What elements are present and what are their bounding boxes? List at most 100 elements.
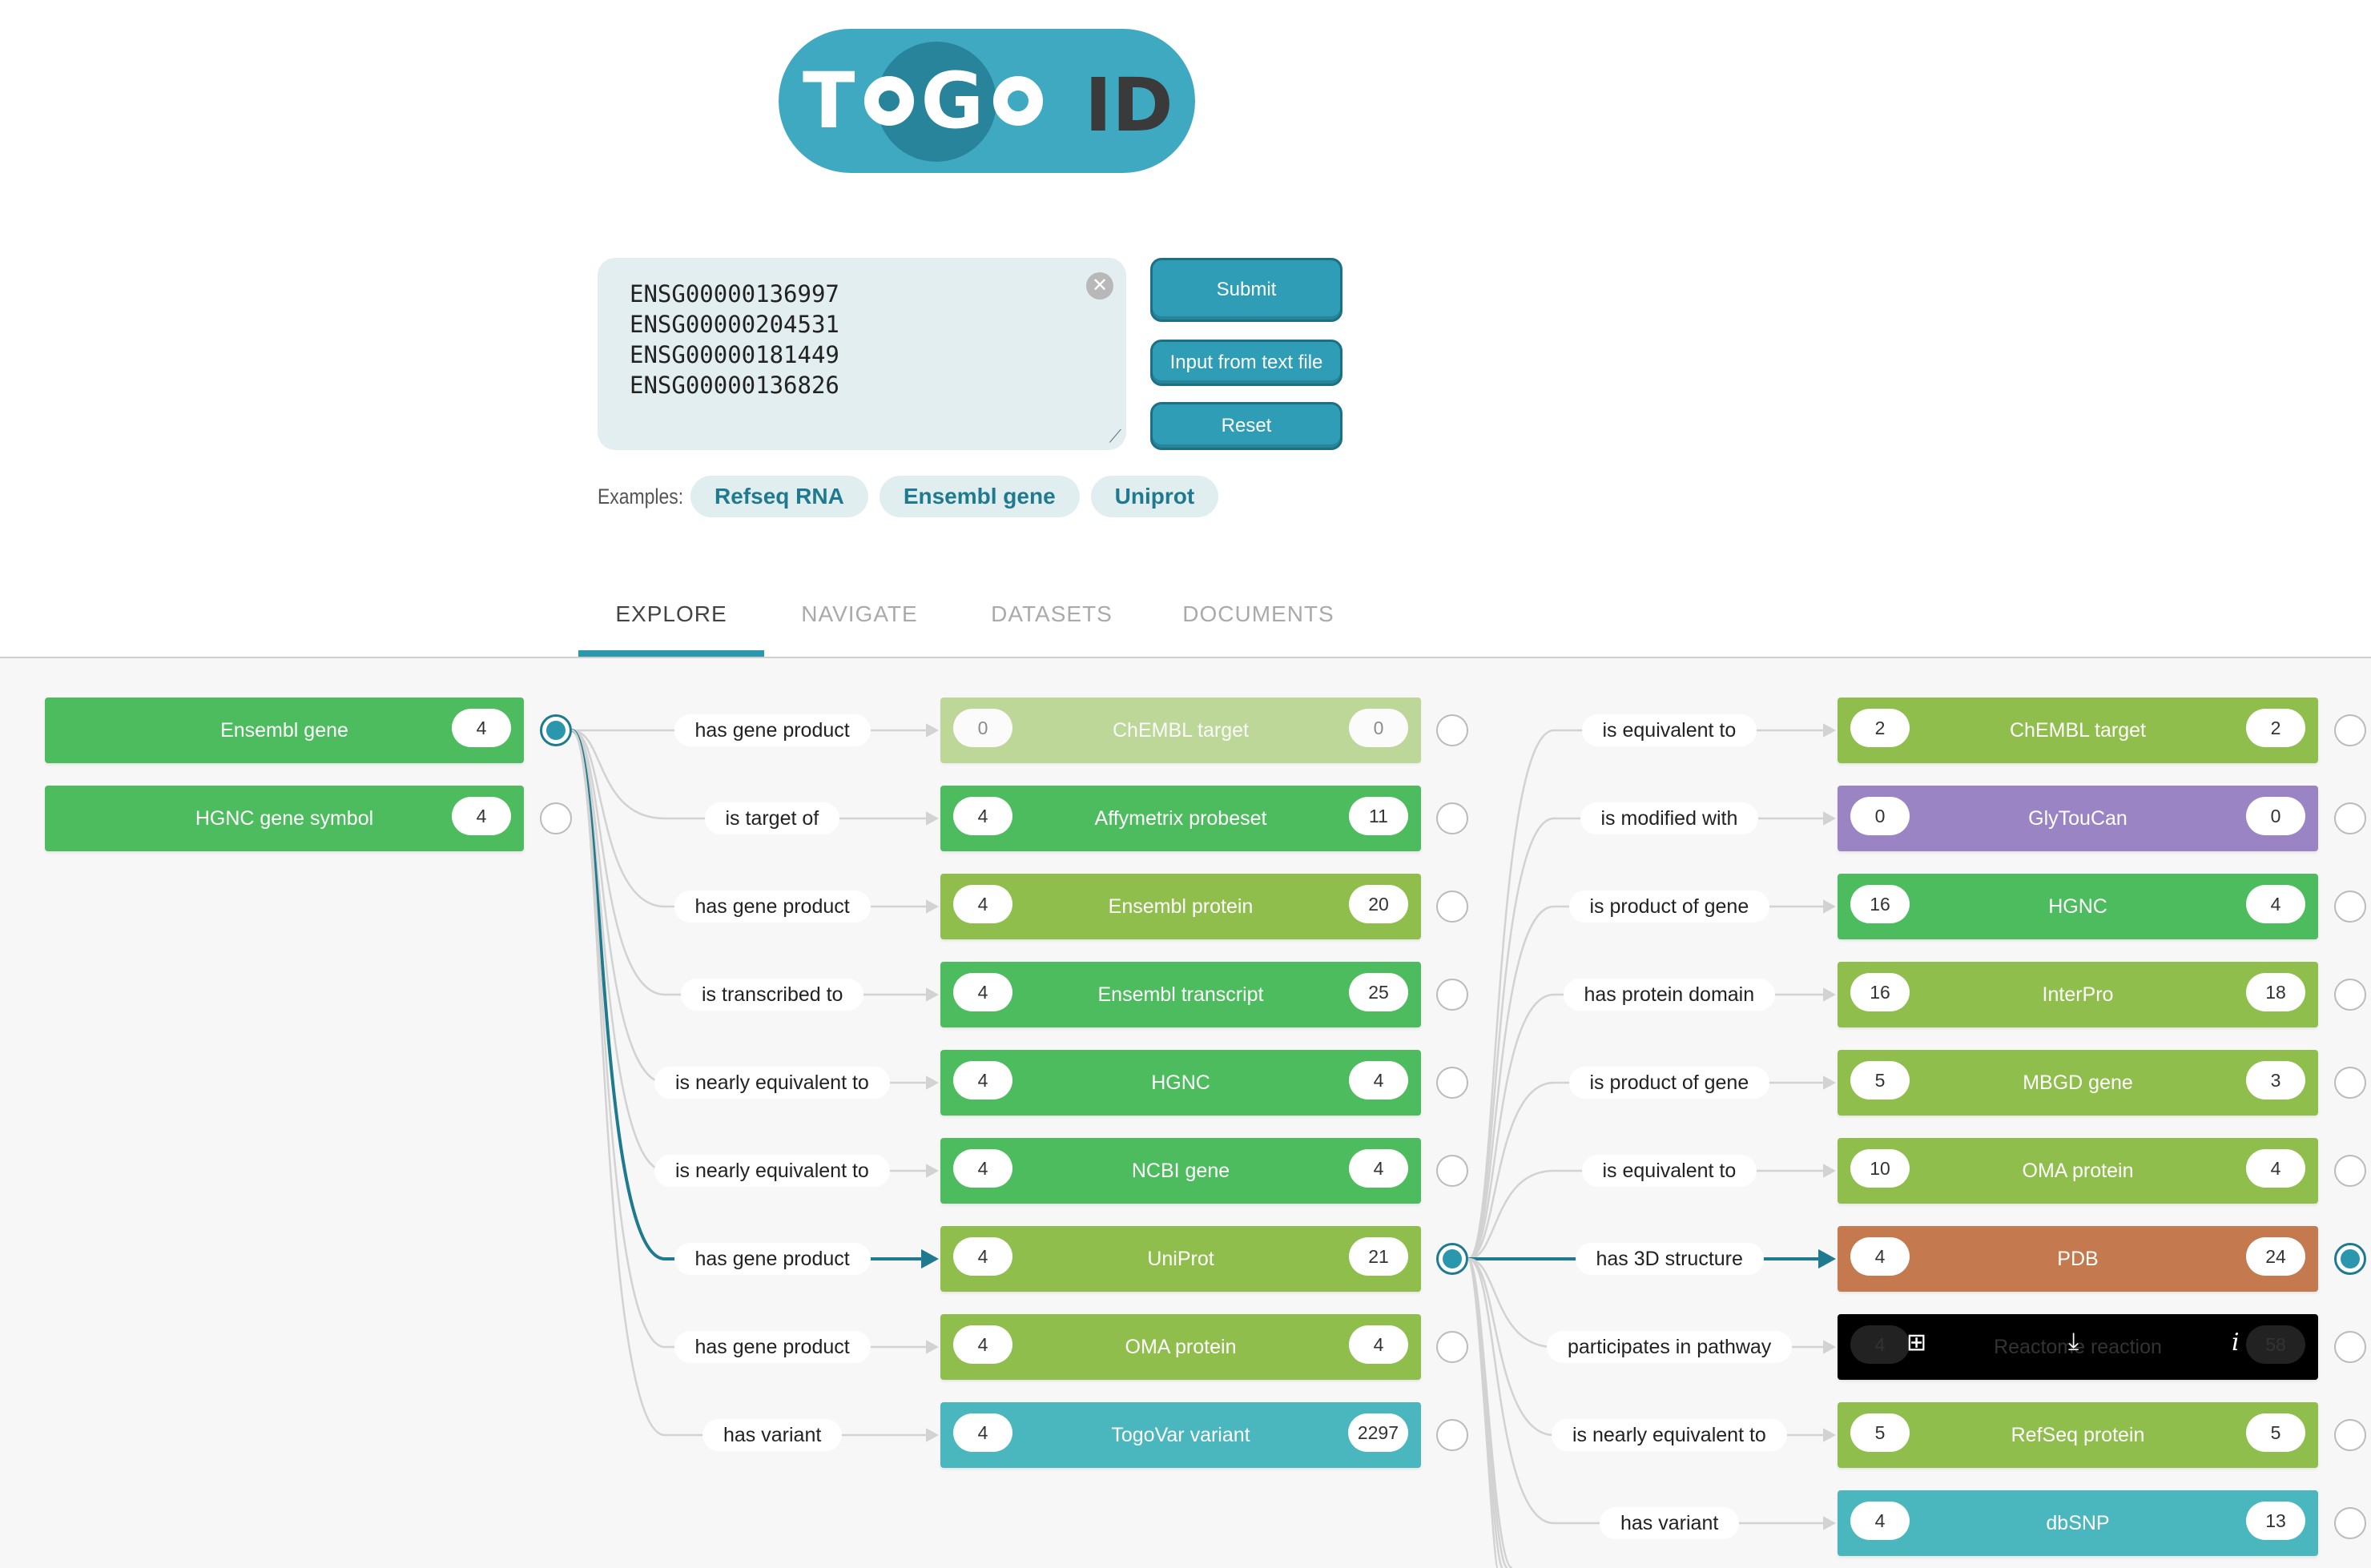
logo-id-text: ID — [1085, 62, 1173, 148]
target-count-badge: 20 — [1349, 885, 1408, 923]
dataset-node[interactable]: ChEMBL target 2 2 — [1838, 698, 2318, 763]
connector-curve — [1467, 905, 1555, 1260]
dataset-node[interactable]: Ensembl transcript 4 25 — [940, 962, 1421, 1027]
arrow-head-icon — [926, 1428, 939, 1442]
source-count-badge: 4 — [953, 1413, 1012, 1452]
info-icon[interactable]: i — [2232, 1329, 2240, 1357]
dataset-node[interactable]: Affymetrix probeset 4 11 — [940, 786, 1421, 851]
target-count-badge: 21 — [1349, 1237, 1408, 1276]
dataset-node[interactable]: OMA protein 4 4 — [940, 1314, 1421, 1380]
dataset-node[interactable]: TogoVar variant 4 2297 — [940, 1402, 1421, 1468]
dataset-node[interactable]: RefSeq protein 5 5 — [1838, 1402, 2318, 1468]
dataset-node[interactable]: Ensembl gene 4 — [45, 698, 524, 763]
example-ensembl-gene[interactable]: Ensembl gene — [879, 476, 1080, 517]
dataset-node[interactable]: NCBI gene 4 4 — [940, 1138, 1421, 1204]
dataset-node[interactable]: InterPro 16 18 — [1838, 962, 2318, 1027]
dataset-node[interactable]: dbSNP 4 13 — [1838, 1490, 2318, 1556]
source-count-badge: 4 — [1850, 1325, 1910, 1364]
select-radio[interactable] — [2334, 891, 2366, 923]
select-radio[interactable] — [1436, 1155, 1468, 1187]
select-radio[interactable] — [2334, 1331, 2366, 1363]
target-count-badge: 4 — [1349, 1325, 1408, 1364]
tab-datasets[interactable]: DATASETS — [966, 578, 1137, 657]
target-count-badge: 13 — [2246, 1502, 2305, 1540]
relation-label: is nearly equivalent to — [1552, 1419, 1787, 1451]
dataset-node[interactable]: Reactome reaction 4 58 ⊞ ⤓ i — [1838, 1314, 2318, 1380]
relation-label: has 3D structure — [1575, 1243, 1764, 1275]
arrow-head-icon — [926, 1164, 939, 1178]
select-radio[interactable] — [1436, 979, 1468, 1011]
select-radio[interactable] — [1436, 1243, 1468, 1275]
relation-label: has protein domain — [1563, 979, 1776, 1011]
dataset-node[interactable]: Ensembl protein 4 20 — [940, 874, 1421, 939]
resize-handle-icon[interactable]: ⟋ — [1109, 426, 1121, 447]
select-radio[interactable] — [2334, 1067, 2366, 1099]
relation-label: has gene product — [674, 891, 871, 923]
source-count-badge: 4 — [1850, 1237, 1910, 1276]
select-radio[interactable] — [2334, 714, 2366, 746]
input-from-file-button[interactable]: Input from text file — [1150, 340, 1342, 386]
source-count-badge: 0 — [1850, 797, 1910, 835]
source-count-badge: 4 — [953, 885, 1012, 923]
examples-label: Examples: — [598, 484, 684, 509]
dataset-node[interactable]: HGNC 4 4 — [940, 1050, 1421, 1116]
select-radio[interactable] — [1436, 1331, 1468, 1363]
select-radio[interactable] — [1436, 802, 1468, 834]
select-radio[interactable] — [540, 802, 572, 834]
relation-label: has variant — [702, 1419, 843, 1451]
dataset-node[interactable]: ChEMBL target 0 0 — [940, 698, 1421, 763]
arrow-head-icon — [1818, 1248, 1836, 1269]
arrow-head-icon — [926, 1340, 939, 1354]
select-radio[interactable] — [1436, 1067, 1468, 1099]
tab-explore[interactable]: EXPLORE — [578, 578, 764, 657]
dataset-node[interactable]: PDB 4 24 — [1838, 1226, 2318, 1292]
arrow-head-icon — [1823, 899, 1836, 914]
source-count-badge: 16 — [1850, 973, 1910, 1011]
target-count-badge: 0 — [1349, 709, 1408, 747]
connector-curve — [571, 729, 666, 1437]
select-radio[interactable] — [2334, 802, 2366, 834]
dataset-node[interactable]: GlyTouCan 0 0 — [1838, 786, 2318, 851]
select-radio[interactable] — [2334, 1507, 2366, 1539]
source-count-badge: 4 — [953, 973, 1012, 1011]
reset-button[interactable]: Reset — [1150, 402, 1342, 450]
download-icon[interactable]: ⤓ — [2068, 1329, 2079, 1356]
arrow-head-icon — [1823, 811, 1836, 826]
relation-label: is modified with — [1580, 802, 1759, 834]
source-count-badge: 5 — [1850, 1413, 1910, 1452]
select-radio[interactable] — [2334, 1243, 2366, 1275]
tab-navigate[interactable]: NAVIGATE — [771, 578, 948, 657]
select-radio[interactable] — [540, 714, 572, 746]
relation-label: is product of gene — [1568, 1067, 1770, 1099]
select-radio[interactable] — [2334, 1155, 2366, 1187]
example-refseq-rna[interactable]: Refseq RNA — [690, 476, 868, 517]
select-radio[interactable] — [2334, 979, 2366, 1011]
dataset-node[interactable]: HGNC 16 4 — [1838, 874, 2318, 939]
select-radio[interactable] — [2334, 1419, 2366, 1451]
source-count-badge: 16 — [1850, 885, 1910, 923]
id-input-textarea[interactable]: ENSG00000136997 ENSG00000204531 ENSG0000… — [598, 258, 1126, 450]
tab-documents[interactable]: DOCUMENTS — [1169, 578, 1347, 657]
submit-button[interactable]: Submit — [1150, 258, 1342, 322]
relation-label: is equivalent to — [1581, 1155, 1757, 1187]
examples-row: Examples: Refseq RNA Ensembl gene Unipro… — [598, 476, 1230, 517]
select-radio[interactable] — [1436, 891, 1468, 923]
source-count-badge: 4 — [953, 1149, 1012, 1188]
select-radio[interactable] — [1436, 1419, 1468, 1451]
arrow-head-icon — [1823, 1075, 1836, 1090]
relation-label: is nearly equivalent to — [654, 1067, 890, 1099]
table-icon[interactable]: ⊞ — [1906, 1329, 1926, 1357]
dataset-node[interactable]: UniProt 4 21 — [940, 1226, 1421, 1292]
relation-label: is target of — [704, 802, 840, 834]
example-uniprot[interactable]: Uniprot — [1090, 476, 1219, 517]
arrow-head-icon — [1823, 1340, 1836, 1354]
togoid-logo: TG ID — [779, 29, 1195, 178]
select-radio[interactable] — [1436, 714, 1468, 746]
id-line: ENSG00000136826 — [630, 372, 839, 399]
clear-input-icon[interactable]: ✕ — [1086, 272, 1113, 300]
relation-label: is equivalent to — [1581, 714, 1757, 746]
arrow-head-icon — [926, 987, 939, 1002]
dataset-node[interactable]: HGNC gene symbol 4 — [45, 786, 524, 851]
dataset-node[interactable]: OMA protein 10 4 — [1838, 1138, 2318, 1204]
dataset-node[interactable]: MBGD gene 5 3 — [1838, 1050, 2318, 1116]
